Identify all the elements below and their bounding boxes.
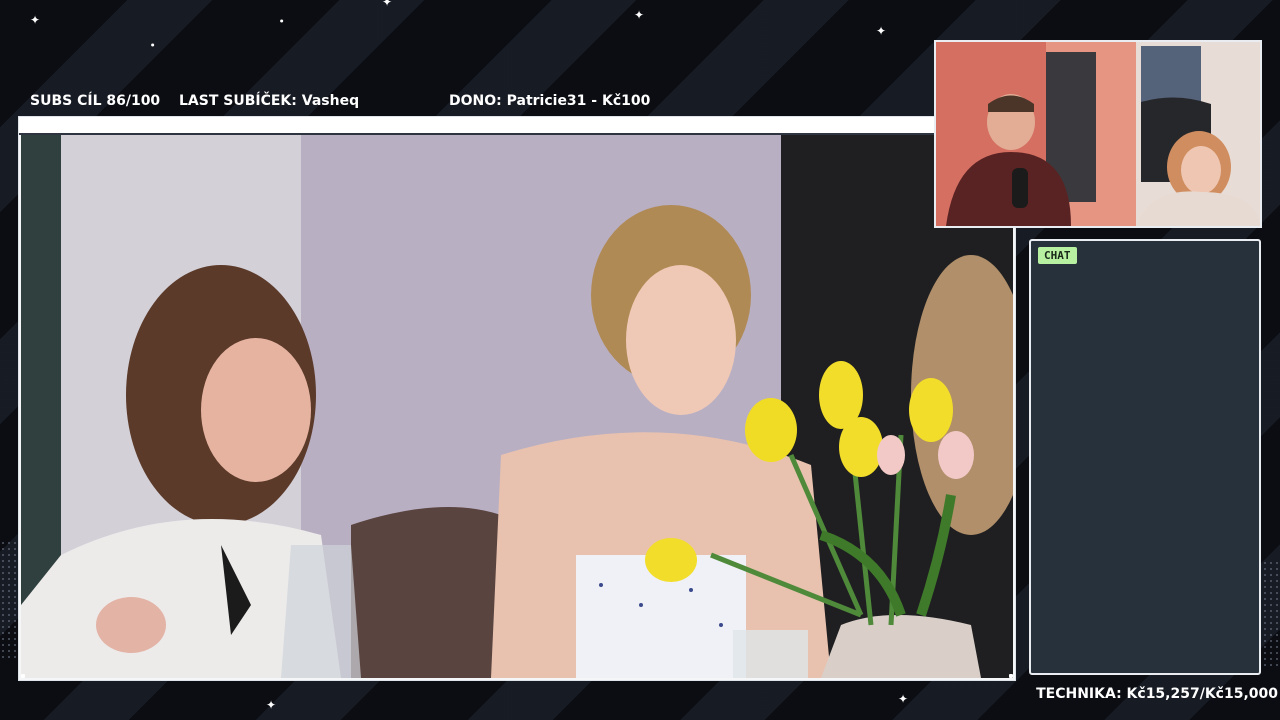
sparkle-dot-icon: ● — [280, 18, 284, 23]
frame-corner-marker — [1009, 674, 1013, 678]
frame-corner-marker — [21, 674, 25, 678]
sparkle-star-icon: ✦ — [876, 24, 887, 38]
donation-text: DONO: Patricie31 - Kč100 — [449, 93, 651, 109]
sparkle-star-icon: ✦ — [898, 692, 909, 706]
last-sub-text: LAST SUBÍČEK: Vasheq — [179, 93, 360, 109]
background-dot-pattern-left — [0, 540, 20, 660]
technika-donation-counter: TECHNIKA: Kč15,257/Kč15,000 — [1036, 686, 1278, 702]
video-content[interactable] — [21, 135, 1013, 678]
sparkle-dot-icon: ● — [151, 42, 155, 47]
webcam-overlay — [934, 40, 1262, 228]
video-scene — [21, 135, 1013, 678]
subs-goal-text: SUBS CÍL 86/100 — [30, 93, 161, 109]
chat-panel[interactable]: CHAT — [1029, 239, 1261, 675]
webcam-scene — [936, 42, 1260, 226]
sparkle-star-icon: ✦ — [266, 698, 277, 712]
sparkle-star-icon: ✦ — [382, 0, 393, 9]
sparkle-star-icon: ✦ — [634, 8, 645, 22]
background-dot-pattern-right — [1262, 560, 1280, 670]
sparkle-star-icon: ✦ — [30, 13, 41, 27]
chat-label-badge: CHAT — [1038, 247, 1077, 264]
main-video-frame — [18, 116, 1016, 681]
video-frame-header — [19, 117, 1015, 135]
